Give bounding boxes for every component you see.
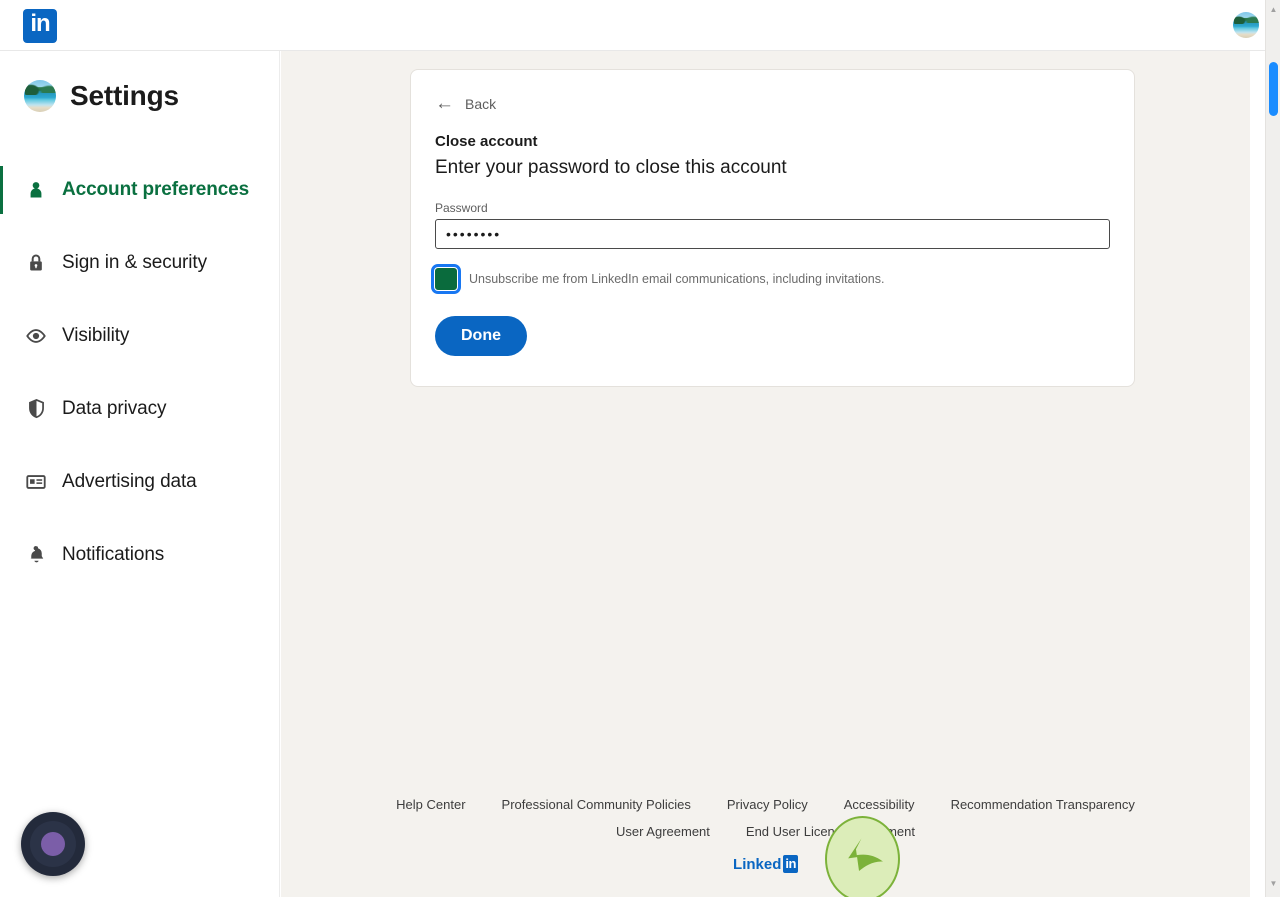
footer-links-row-1: Help Center Professional Community Polic… [281,791,1250,818]
page-footer: Help Center Professional Community Polic… [281,791,1250,874]
footer-link-recommendation-transparency[interactable]: Recommendation Transparency [933,791,1153,818]
person-icon [24,178,48,202]
password-input[interactable] [435,219,1110,249]
sidebar-item-data-privacy[interactable]: Data privacy [0,372,280,445]
linkedin-logo-icon[interactable]: in [23,9,57,43]
footer-link-privacy-policy[interactable]: Privacy Policy [709,791,826,818]
card-heading: Enter your password to close this accoun… [435,157,787,178]
done-button[interactable]: Done [435,316,527,356]
browser-page: in Settings Account preferences Sign in … [0,0,1280,897]
sidebar-item-label: Visibility [62,324,130,346]
scroll-up-arrow-icon[interactable]: ▲ [1266,2,1280,17]
footer-linkedin-logo: Linked in [733,855,798,873]
sidebar-item-visibility[interactable]: Visibility [0,299,280,372]
lock-icon [24,251,48,275]
sidebar-nav-list: Account preferences Sign in & security V… [0,153,280,591]
footer-link-professional-community-policies[interactable]: Professional Community Policies [484,791,709,818]
avatar [24,80,56,112]
footer-link-end-user-license-agreement[interactable]: End User License Agreement [728,818,933,845]
scroll-down-arrow-icon[interactable]: ▼ [1266,876,1280,891]
sidebar-item-advertising-data[interactable]: Advertising data [0,445,280,518]
settings-sidebar: Settings Account preferences Sign in & s… [0,51,280,897]
password-label: Password [435,201,488,215]
back-label: Back [465,95,497,112]
footer-links-row-2: User Agreement End User License Agreemen… [281,818,1250,845]
sidebar-item-label: Notifications [62,543,165,565]
sidebar-item-label: Advertising data [62,470,197,492]
bell-icon [24,543,48,567]
ad-card-icon [24,470,48,494]
sidebar-item-label: Data privacy [62,397,167,419]
sidebar-item-label: Account preferences [62,178,250,200]
footer-brand-word: Linked [733,855,782,873]
top-navigation-bar: in [0,0,1280,51]
user-avatar-photo [1233,12,1259,38]
back-button[interactable]: ← Back [435,94,1110,113]
close-account-card: ← Back Close account Enter your password… [410,69,1135,387]
unsubscribe-checkbox-row: Unsubscribe me from LinkedIn email commu… [431,264,1110,294]
card-eyebrow: Close account [435,133,538,150]
unsubscribe-checkbox[interactable] [431,264,461,294]
sidebar-item-account-preferences[interactable]: Account preferences [0,153,280,226]
sidebar-item-notifications[interactable]: Notifications [0,518,280,591]
footer-link-accessibility[interactable]: Accessibility [826,791,933,818]
footer-link-help-center[interactable]: Help Center [378,791,483,818]
record-button-icon[interactable] [21,812,85,876]
page-title: Settings [70,80,179,111]
topbar-avatar[interactable] [1233,12,1259,38]
sidebar-item-sign-in-security[interactable]: Sign in & security [0,226,280,299]
arrow-left-icon: ← [435,93,454,114]
scrollbar-thumb[interactable] [1269,62,1278,116]
linkedin-logo-icon: in [783,855,798,873]
record-dot [41,832,65,856]
sidebar-item-label: Sign in & security [62,251,207,273]
eye-icon [24,324,48,348]
unsubscribe-checkbox-label: Unsubscribe me from LinkedIn email commu… [469,272,885,286]
footer-link-user-agreement[interactable]: User Agreement [598,818,728,845]
user-avatar-photo [24,80,56,112]
main-content-area: ← Back Close account Enter your password… [281,51,1250,897]
settings-header: Settings [24,80,179,112]
shield-icon [24,397,48,421]
vertical-scrollbar[interactable]: ▲ ▼ [1265,0,1280,897]
